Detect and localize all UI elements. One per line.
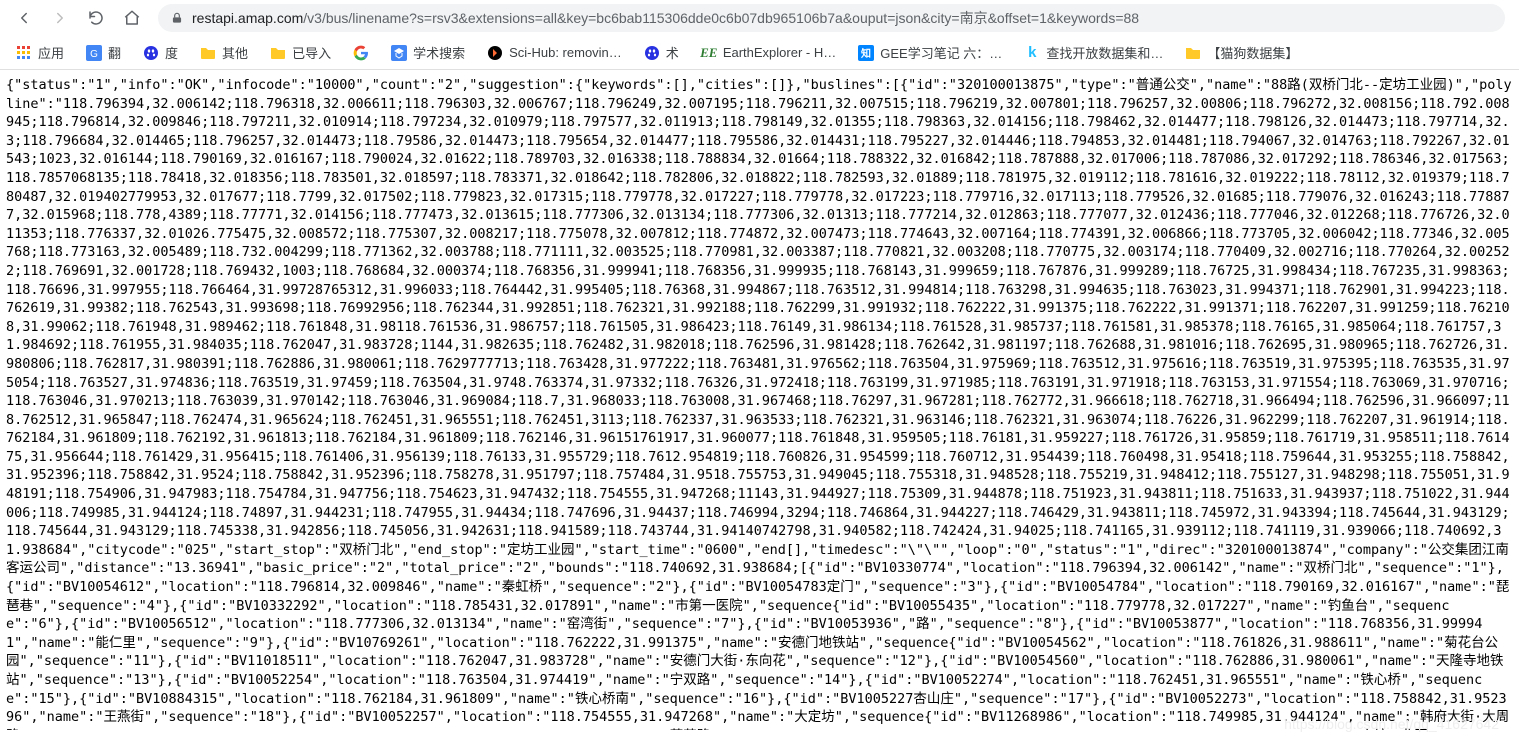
apps-icon <box>16 45 32 61</box>
response-body: {"status":"1","info":"OK","infocode":"10… <box>0 70 1519 730</box>
bookmark-item[interactable]: EE EarthExplorer - H… <box>693 39 844 67</box>
bookmark-label: 术 <box>666 43 679 62</box>
baidu-icon <box>143 45 159 61</box>
lock-icon <box>170 11 184 25</box>
bookmark-label: 【猫狗数据集】 <box>1207 43 1298 62</box>
bookmark-label: 度 <box>165 43 178 62</box>
bookmark-item[interactable]: Sci-Hub: removin… <box>479 39 630 67</box>
forward-button[interactable] <box>44 3 76 33</box>
bookmark-label: EarthExplorer - H… <box>723 45 836 60</box>
bookmark-item[interactable]: 知 GEE学习笔记 六：… <box>850 39 1010 67</box>
svg-text:知: 知 <box>860 47 871 60</box>
kaggle-icon: k <box>1024 45 1040 61</box>
scihub-icon <box>487 45 503 61</box>
bookmark-label: 查找开放数据集和… <box>1046 43 1163 62</box>
reload-button[interactable] <box>80 3 112 33</box>
home-button[interactable] <box>116 3 148 33</box>
bookmark-item[interactable]: 术 <box>636 39 687 67</box>
g-trans-icon: G <box>86 45 102 61</box>
bookmark-label: 其他 <box>222 43 248 62</box>
reload-icon <box>87 9 105 27</box>
arrow-right-icon <box>51 9 69 27</box>
bookmark-label: 翻 <box>108 43 121 62</box>
zhihu-icon: 知 <box>858 45 874 61</box>
bookmark-item[interactable]: G翻 <box>78 39 129 67</box>
bookmark-label: 已导入 <box>292 43 331 62</box>
watermark: https://blog.csdn.net/qq_41627642 <box>1284 716 1499 732</box>
url-host: restapi.amap.com <box>192 10 303 26</box>
folder-icon <box>270 45 286 61</box>
bookmark-item[interactable]: 【猫狗数据集】 <box>1177 39 1306 67</box>
bookmark-item[interactable]: k 查找开放数据集和… <box>1016 39 1171 67</box>
bookmark-item[interactable]: 应用 <box>8 39 72 67</box>
bookmark-label: GEE学习笔记 六：… <box>880 43 1002 62</box>
bookmarks-bar: 应用 G翻 度 其他 已导入 学术搜索 Sci-Hub: removin… 术 EE EarthE… <box>0 36 1519 70</box>
bookmark-label: Sci-Hub: removin… <box>509 45 622 60</box>
arrow-left-icon <box>15 9 33 27</box>
bookmark-item[interactable] <box>345 39 377 67</box>
folder-icon <box>1185 45 1201 61</box>
baidu2-icon <box>644 45 660 61</box>
address-bar[interactable]: restapi.amap.com/v3/bus/linename?s=rsv3&… <box>158 4 1505 32</box>
ee-icon: EE <box>701 45 717 61</box>
svg-text:G: G <box>90 49 98 60</box>
url-path: /v3/bus/linename?s=rsv3&extensions=all&k… <box>303 8 1139 28</box>
bookmark-item[interactable]: 其他 <box>192 39 256 67</box>
scholar-icon <box>391 45 407 61</box>
bookmark-item[interactable]: 学术搜索 <box>383 39 473 67</box>
back-button[interactable] <box>8 3 40 33</box>
folder-icon <box>200 45 216 61</box>
google-icon <box>353 45 369 61</box>
bookmark-label: 学术搜索 <box>413 43 465 62</box>
bookmark-label: 应用 <box>38 43 64 62</box>
browser-toolbar: restapi.amap.com/v3/bus/linename?s=rsv3&… <box>0 0 1519 36</box>
bookmark-item[interactable]: 已导入 <box>262 39 339 67</box>
home-icon <box>123 9 141 27</box>
bookmark-item[interactable]: 度 <box>135 39 186 67</box>
